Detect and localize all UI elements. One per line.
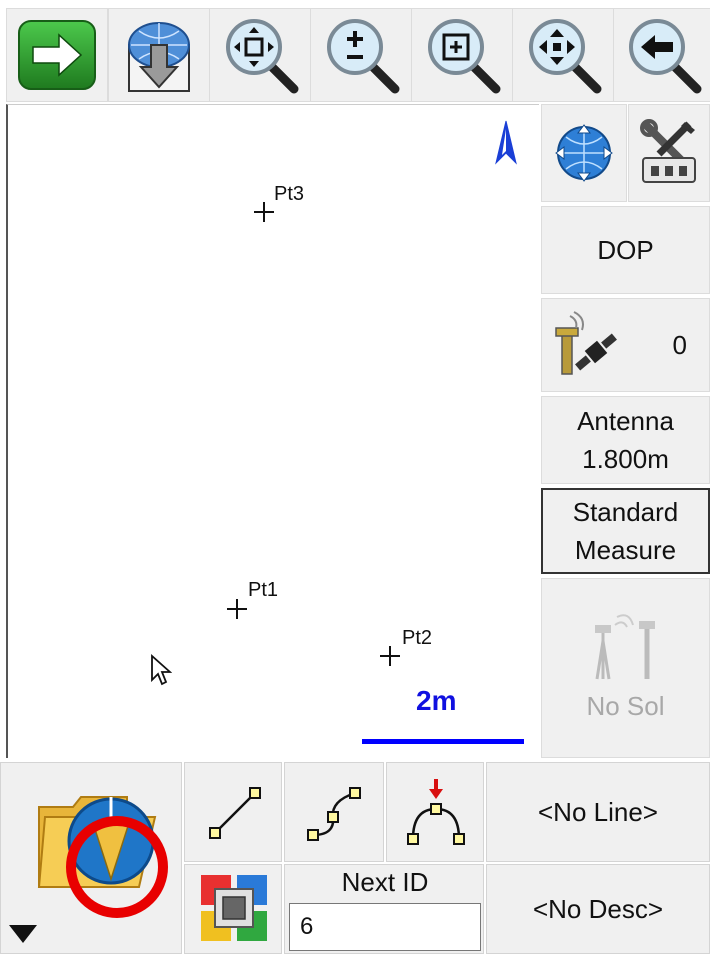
arc-insert-icon — [407, 779, 465, 845]
map-canvas[interactable]: Pt3 Pt1 Pt2 2m — [6, 104, 539, 758]
antenna-height: 1.800m — [582, 444, 669, 474]
line-tool-button[interactable] — [184, 762, 282, 862]
point-marker[interactable] — [227, 599, 247, 619]
dop-button[interactable]: DOP — [541, 206, 710, 294]
scale-label: 2m — [416, 685, 457, 716]
pan-button[interactable] — [512, 8, 614, 102]
zoom-extents-icon — [226, 19, 299, 94]
next-id-panel: Next ID 6 — [284, 864, 484, 954]
point-label: Pt2 — [402, 627, 433, 649]
next-id-label: Next ID — [341, 867, 429, 897]
description-select-button[interactable]: <No Desc> — [486, 864, 710, 954]
download-button[interactable] — [108, 8, 210, 102]
zoom-window-button[interactable] — [411, 8, 513, 102]
zoom-in-out-button[interactable] — [310, 8, 412, 102]
line-select-label: <No Line> — [538, 796, 658, 827]
line-select-button[interactable]: <No Line> — [486, 762, 710, 862]
mouse-cursor-icon — [151, 654, 172, 686]
rover-tripod-icon — [594, 614, 655, 680]
tools-icon — [640, 119, 696, 183]
measure-mode-button[interactable]: Standard Measure — [541, 488, 710, 574]
point-marker[interactable] — [254, 202, 274, 222]
satellite-button[interactable]: 0 — [541, 298, 710, 392]
arc-tool-button[interactable] — [386, 762, 484, 862]
forward-icon — [18, 20, 96, 90]
solution-status: No Sol — [586, 691, 665, 721]
solution-button[interactable]: No Sol — [541, 578, 710, 758]
forward-button[interactable] — [6, 8, 108, 102]
settings-button[interactable] — [628, 104, 710, 202]
back-icon — [628, 19, 701, 94]
line-icon — [209, 787, 261, 839]
pan-icon — [529, 19, 602, 94]
globe-icon — [555, 124, 613, 182]
measure-mode-line2: Measure — [574, 535, 677, 565]
antenna-label: Antenna — [577, 406, 674, 436]
zoom-window-icon — [428, 19, 501, 94]
download-globe-icon — [128, 22, 190, 92]
dop-label: DOP — [597, 235, 654, 265]
measure-mode-line1: Standard — [572, 497, 679, 527]
polyline-tool-button[interactable] — [284, 762, 384, 862]
north-arrow-icon — [495, 120, 517, 165]
satellite-icon — [555, 311, 617, 375]
point-marker[interactable] — [380, 646, 400, 666]
dropdown-triangle-icon — [9, 925, 37, 943]
polyline-icon — [307, 787, 361, 841]
store-point-button[interactable] — [0, 762, 182, 954]
antenna-button[interactable]: Antenna 1.800m — [541, 396, 710, 484]
point-label: Pt3 — [274, 183, 305, 205]
zoom-in-out-icon — [327, 19, 400, 94]
zoom-extents-button[interactable] — [209, 8, 311, 102]
description-select-label: <No Desc> — [532, 893, 664, 924]
layers-icon — [201, 875, 267, 941]
highlight-circle — [66, 816, 168, 918]
satellite-count: 0 — [672, 330, 687, 360]
next-id-input[interactable]: 6 — [289, 903, 481, 951]
back-button[interactable] — [613, 8, 710, 102]
globe-button[interactable] — [541, 104, 627, 202]
scale-bar — [362, 739, 524, 744]
point-label: Pt1 — [248, 579, 279, 601]
layers-button[interactable] — [184, 864, 282, 954]
